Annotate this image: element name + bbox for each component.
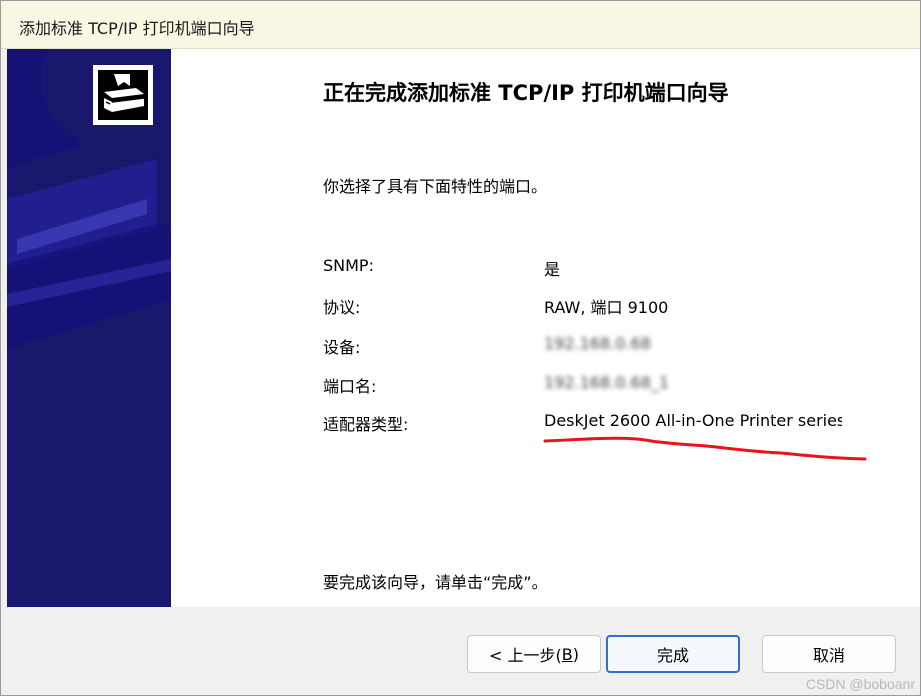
finish-button-label: 完成 [656,646,689,665]
title-bar[interactable]: 添加标准 TCP/IP 打印机端口向导 [1,1,920,49]
back-button[interactable]: < 上一步(B) [467,635,601,673]
wizard-window: 添加标准 TCP/IP 打印机端口向导 正在完成添加标准 TCP/IP 打印机端… [0,0,921,696]
wizard-content: 正在完成添加标准 TCP/IP 打印机端口向导 你选择了具有下面特性的端口。 S… [171,49,920,607]
cancel-button[interactable]: 取消 [762,635,896,673]
back-button-suffix: ) [572,644,579,664]
wizard-banner [7,49,171,607]
finish-button[interactable]: 完成 [606,635,740,673]
finish-instruction: 要完成该向导，请单击“完成”。 [323,573,548,592]
window-title: 添加标准 TCP/IP 打印机端口向导 [19,19,255,38]
printer-wizard-icon [93,65,153,125]
red-annotation-underline [543,436,867,461]
cancel-button-label: 取消 [812,646,845,665]
banner-printer-art [7,49,171,349]
back-button-mnemonic: B [561,644,573,664]
watermark: CSDN @boboanr [805,676,915,692]
back-button-label: < 上一步( [489,646,562,665]
